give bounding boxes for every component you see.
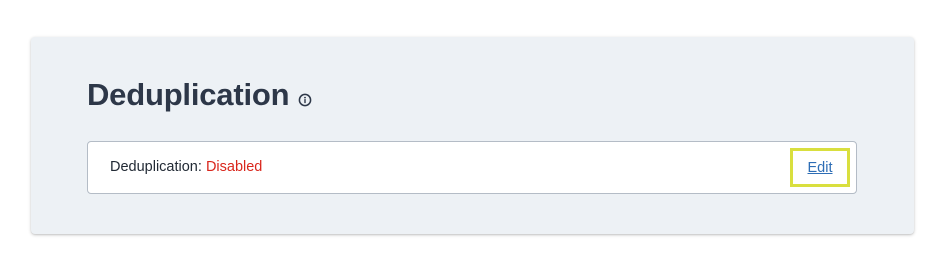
status-value: Disabled: [205, 159, 263, 175]
edit-link[interactable]: Edit: [808, 160, 833, 176]
status-label: Deduplication:: [110, 159, 202, 175]
deduplication-card: Deduplication Deduplication: Disabled Ed…: [31, 37, 914, 234]
edit-highlight: Edit: [790, 148, 850, 187]
info-circle-icon[interactable]: [298, 93, 312, 107]
deduplication-status: Deduplication: Disabled: [110, 142, 262, 193]
section-header: Deduplication: [87, 77, 312, 113]
deduplication-status-box: Deduplication: Disabled Edit: [87, 141, 857, 194]
section-title: Deduplication: [87, 77, 290, 112]
